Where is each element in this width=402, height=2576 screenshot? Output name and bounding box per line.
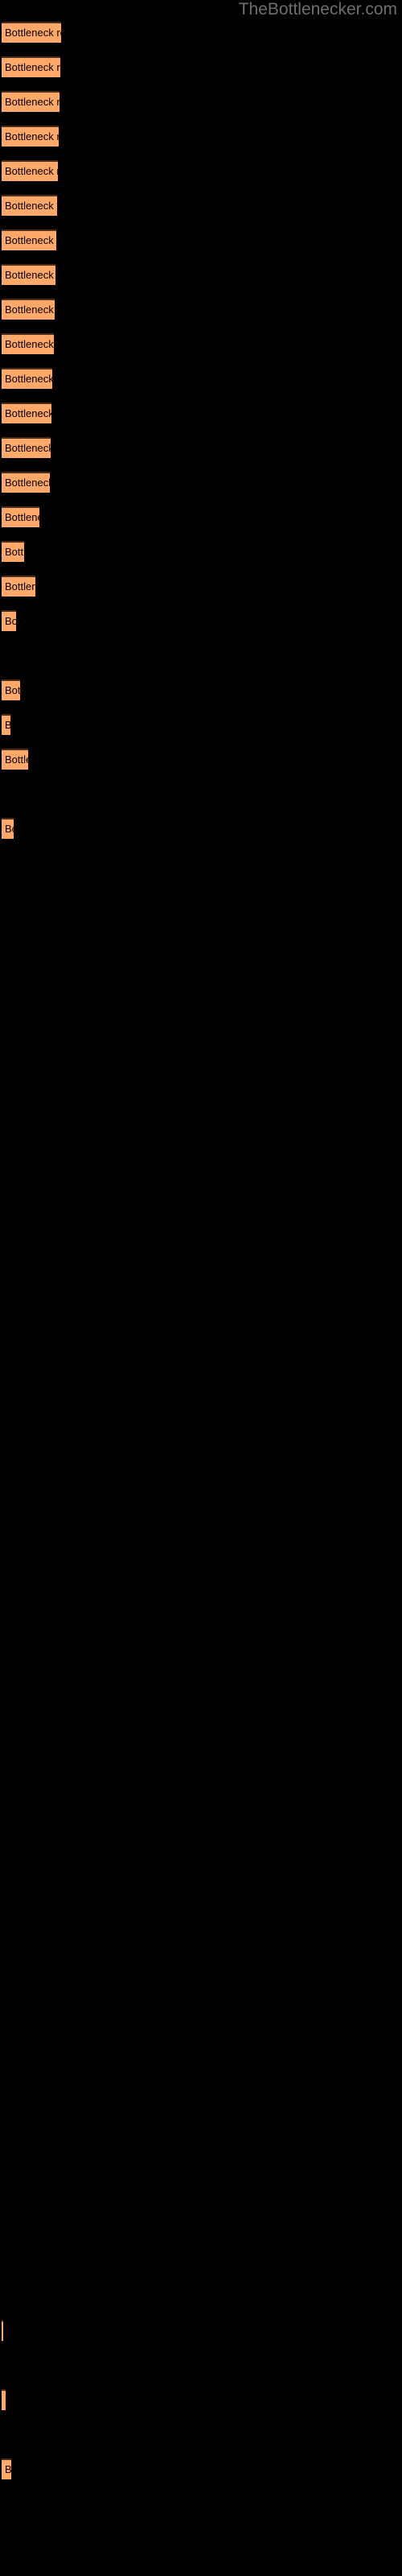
bar-item[interactable]: Bottleneck result [2, 160, 58, 181]
bar-item[interactable]: Bottleneck result [2, 610, 16, 631]
bar-label: Bottleneck result [5, 2463, 11, 2475]
bar-item[interactable]: Bottleneck result [2, 299, 55, 320]
bar-label: Bottleneck result [5, 511, 39, 523]
bar-label: Bottleneck result [5, 234, 56, 246]
bar-label: Bottleneck result [5, 823, 14, 835]
bar-label: Bottleneck result [5, 546, 24, 558]
bar-item[interactable]: Bottleneck result [2, 541, 24, 562]
bar-item[interactable]: Bottleneck result [2, 714, 10, 735]
bar-item[interactable]: Bottleneck result [2, 195, 57, 216]
bar-item[interactable]: Bottleneck result [2, 437, 51, 458]
bar-item[interactable]: Bottleneck result [2, 2458, 11, 2479]
bar-item[interactable]: Bottleneck result [2, 472, 50, 493]
bar-item[interactable]: Bottleneck result [2, 506, 39, 527]
bar-item[interactable]: Bottleneck result [2, 2389, 6, 2410]
bar-label: Bottleneck result [5, 165, 58, 177]
bar-item[interactable]: Bottleneck result [2, 229, 56, 250]
bar-label: Bottleneck result [5, 130, 59, 142]
bar-label: Bottleneck result [5, 27, 61, 39]
bar-item[interactable]: Bottleneck result [2, 56, 60, 77]
bar-label: Bottleneck result [5, 720, 10, 731]
bar-item[interactable]: Bottleneck result [2, 264, 55, 285]
bar-label: Bottleneck result [5, 477, 50, 489]
bar-label: Bottleneck result [5, 580, 35, 592]
bar-label: Bottleneck result [5, 753, 28, 766]
bar-label: Bottleneck result [5, 684, 20, 696]
bar-label: Bottleneck result [5, 338, 54, 350]
bar-label: Bottleneck result [5, 61, 60, 73]
bar-item[interactable]: Bottleneck result [2, 2320, 3, 2341]
bar-label: Bottleneck result [5, 407, 51, 419]
bar-item[interactable]: Bottleneck result [2, 749, 28, 770]
bar-item[interactable]: Bottleneck result [2, 333, 54, 354]
horizontal-bar-chart: Bottleneck result Bottleneck result Bottle… [0, 0, 402, 2576]
bar-label: Bottleneck result [5, 200, 57, 212]
bar-item[interactable]: Bottleneck result [2, 91, 59, 112]
bar-item[interactable]: Bottleneck result [2, 818, 14, 839]
bar-label: Bottleneck result [5, 269, 55, 281]
bar-item[interactable]: Bottleneck result [2, 368, 52, 389]
bar-label: Bottleneck result [5, 615, 16, 627]
bar-label: Bottleneck result [5, 303, 55, 316]
bar-label: Bottleneck result [5, 96, 59, 108]
bar-item[interactable]: Bottleneck result [2, 22, 61, 43]
bar-item[interactable]: Bottleneck result [2, 679, 20, 700]
bar-item[interactable]: Bottleneck result [2, 126, 59, 147]
bar-item[interactable]: Bottleneck result [2, 576, 35, 597]
bar-label: Bottleneck result [5, 373, 52, 385]
bar-label: Bottleneck result [5, 442, 51, 454]
bar-item[interactable]: Bottleneck result [2, 402, 51, 423]
bar-label: Bottleneck result [5, 2395, 6, 2406]
